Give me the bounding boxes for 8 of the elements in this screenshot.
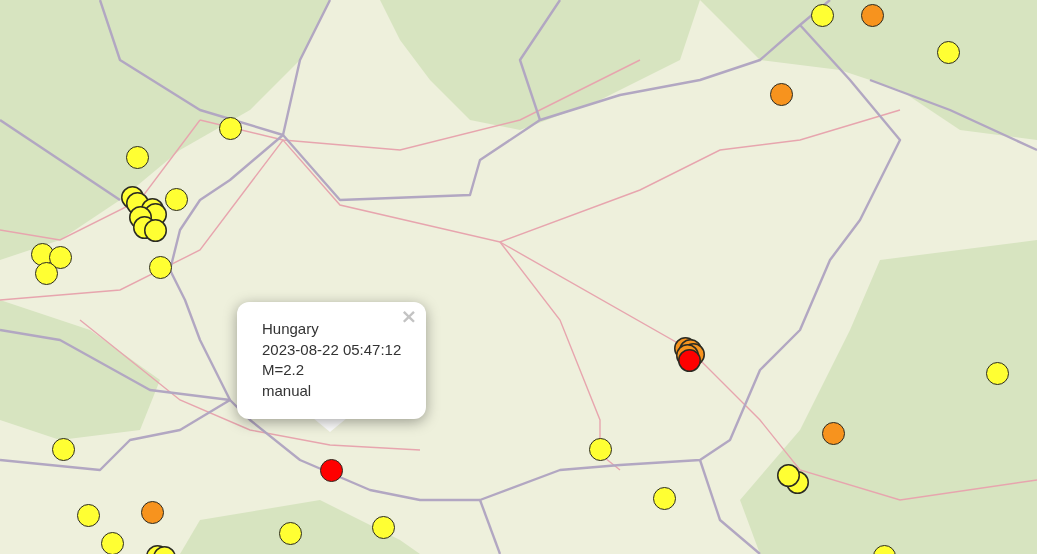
- magnitude-text: M=2.2: [262, 360, 306, 381]
- timestamp-text: 2023-08-22 05:47:12: [262, 339, 403, 360]
- marker-cluster-icon[interactable]: [776, 463, 809, 494]
- region-text: Hungary: [262, 319, 320, 339]
- marker-cluster-icon[interactable]: [673, 336, 705, 372]
- status-text: manual: [262, 381, 313, 402]
- close-button[interactable]: ×: [400, 305, 418, 327]
- marker-cluster-icon[interactable]: [120, 185, 167, 242]
